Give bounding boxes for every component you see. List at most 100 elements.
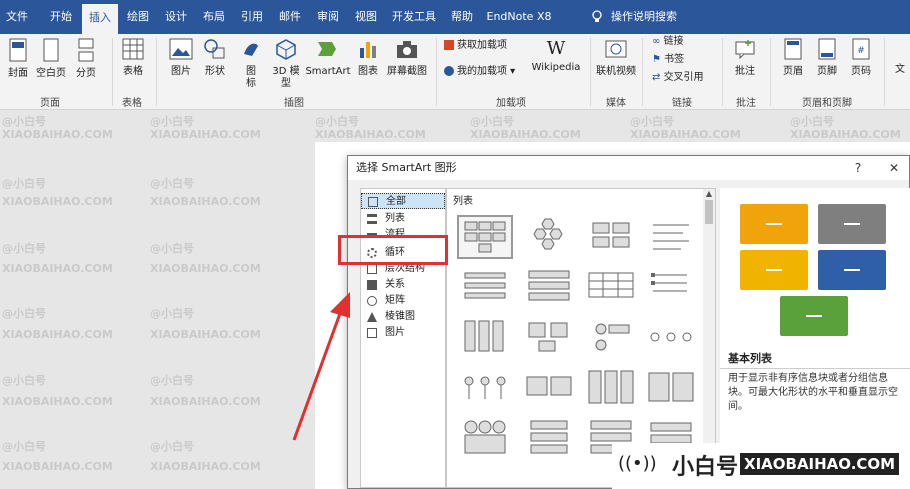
watermark: XIAOBAIHAO.COM	[2, 128, 113, 141]
watermark: XIAOBAIHAO.COM	[315, 128, 426, 141]
vertical-list-icon	[464, 320, 504, 352]
cover-page-icon	[9, 38, 27, 62]
group-label-header-footer: 页眉和页脚	[802, 98, 852, 109]
tab-references[interactable]: 引用	[236, 0, 268, 34]
watermark: XIAOBAIHAO.COM	[150, 460, 261, 473]
my-addins-button[interactable]: 我的加载项 ▾	[444, 66, 526, 78]
group-label-pages: 页面	[40, 98, 60, 109]
footer-button[interactable]: 页脚	[812, 38, 842, 78]
tab-layout[interactable]: 布局	[198, 0, 230, 34]
tab-view[interactable]: 视图	[350, 0, 382, 34]
table-button[interactable]: 表格	[118, 38, 148, 78]
layout-thumbnail-dots[interactable]	[643, 315, 699, 359]
layout-thumbnail-circles-columns[interactable]	[457, 415, 513, 459]
addins-icon	[444, 66, 454, 76]
layout-thumbnail-circles[interactable]	[583, 315, 639, 359]
lines-list-icon	[653, 224, 689, 250]
layout-thumbnail-columns[interactable]	[583, 365, 639, 409]
3d-models-button[interactable]: 3D 模 型	[270, 38, 302, 90]
arrow-annotation	[292, 292, 350, 441]
preview-title: 基本列表	[728, 352, 772, 365]
scroll-up-icon[interactable]: ▲	[703, 189, 715, 198]
screenshot-button[interactable]: 屏幕截图	[384, 38, 430, 78]
group-label-links: 链接	[672, 98, 692, 109]
tab-review[interactable]: 审阅	[312, 0, 344, 34]
tab-draw[interactable]: 绘图	[122, 0, 154, 34]
svg-text:#: #	[857, 46, 865, 56]
layout-thumbnail-bullets[interactable]	[643, 265, 699, 309]
layout-thumbnail-vertical[interactable]	[457, 315, 513, 359]
watermark: @小白号	[470, 115, 514, 128]
smartart-dialog: 选择 SmartArt 图形 ? ✕ 全部 列表 流程 循环 层次结构 关系 矩…	[347, 155, 910, 489]
layout-thumbnail-basic-list[interactable]	[457, 215, 513, 259]
picture-icon	[169, 38, 193, 60]
tab-help[interactable]: 帮助	[446, 0, 478, 34]
help-icon[interactable]: ?	[848, 156, 868, 180]
category-item-matrix[interactable]: 矩阵	[361, 293, 445, 309]
table-list-icon	[588, 272, 634, 298]
layout-thumbnail-grid[interactable]	[583, 215, 639, 259]
watermark: @小白号	[2, 440, 46, 453]
category-item-picture[interactable]: 图片	[361, 325, 445, 341]
layout-thumbnail-stacked[interactable]	[457, 265, 513, 309]
divider	[642, 38, 643, 106]
layout-thumbnail-tiles[interactable]	[643, 365, 699, 409]
close-icon[interactable]: ✕	[884, 156, 904, 180]
picture-button[interactable]: 图片	[166, 38, 196, 78]
smartart-button[interactable]: SmartArt	[304, 38, 352, 78]
layout-thumbnail-boxes[interactable]	[521, 365, 577, 409]
preview-shape	[740, 250, 808, 290]
watermark: XIAOBAIHAO.COM	[470, 128, 581, 141]
tab-endnote[interactable]: EndNote X8	[486, 0, 552, 34]
category-item-relationship[interactable]: 关系	[361, 277, 445, 293]
layout-thumbnail-table[interactable]	[583, 265, 639, 309]
tab-developer[interactable]: 开发工具	[388, 0, 440, 34]
comment-button[interactable]: 批注	[730, 38, 760, 78]
pyramid-icon	[367, 312, 377, 322]
tab-design[interactable]: 设计	[160, 0, 192, 34]
icons-button[interactable]: 图 标	[238, 38, 264, 90]
watermark: @小白号	[630, 115, 674, 128]
watermark: XIAOBAIHAO.COM	[150, 262, 261, 275]
wikipedia-button[interactable]: W Wikipedia	[528, 38, 584, 74]
link-button[interactable]: ∞ 链接	[652, 36, 712, 48]
textbox-button[interactable]: 文	[890, 64, 910, 76]
tab-file[interactable]: 文件	[0, 0, 34, 34]
layout-thumbnail-hexagon[interactable]	[521, 215, 577, 259]
chart-button[interactable]: 图表	[354, 38, 382, 78]
tell-me-search[interactable]: 操作说明搜索	[610, 0, 678, 34]
category-item-all[interactable]: 全部	[361, 193, 445, 209]
shapes-button[interactable]: 形状	[200, 38, 230, 78]
tiles-list-icon	[648, 372, 694, 402]
divider	[156, 38, 157, 106]
watermark: @小白号	[150, 242, 194, 255]
boxes-list-icon	[526, 376, 572, 396]
tab-home[interactable]: 开始	[44, 0, 78, 34]
page-break-button[interactable]: 分页	[72, 38, 100, 80]
divider	[720, 368, 910, 369]
watermark: XIAOBAIHAO.COM	[2, 395, 113, 408]
get-addins-button[interactable]: 获取加载项	[444, 40, 516, 52]
blank-page-button[interactable]: 空白页	[34, 38, 68, 80]
hexagon-list-icon	[533, 218, 563, 250]
scrollbar-thumb[interactable]	[705, 200, 713, 224]
tab-insert[interactable]: 插入	[82, 4, 118, 34]
category-item-pyramid[interactable]: 棱锥图	[361, 309, 445, 325]
layout-thumbnail-lines[interactable]	[643, 215, 699, 259]
bookmark-button[interactable]: ⚑ 书签	[652, 54, 712, 66]
tab-mailings[interactable]: 邮件	[274, 0, 306, 34]
online-video-button[interactable]: 联机视频	[594, 38, 638, 78]
header-button[interactable]: 页眉	[778, 38, 808, 78]
layout-thumbnail-labeled[interactable]	[521, 415, 577, 459]
cover-page-button[interactable]: 封面	[4, 38, 32, 80]
page-number-button[interactable]: # 页码	[846, 38, 876, 78]
category-item-list[interactable]: 列表	[361, 211, 445, 227]
list-icon	[367, 214, 377, 224]
cross-reference-button[interactable]: ⇄ 交叉引用	[652, 72, 716, 84]
grid-list-icon	[592, 222, 630, 248]
watermark: @小白号	[150, 307, 194, 320]
bullets-list-icon	[651, 273, 687, 292]
layout-thumbnail-pins[interactable]	[457, 365, 513, 409]
layout-thumbnail-bars[interactable]	[521, 265, 577, 309]
layout-thumbnail-picture-list[interactable]	[521, 315, 577, 359]
